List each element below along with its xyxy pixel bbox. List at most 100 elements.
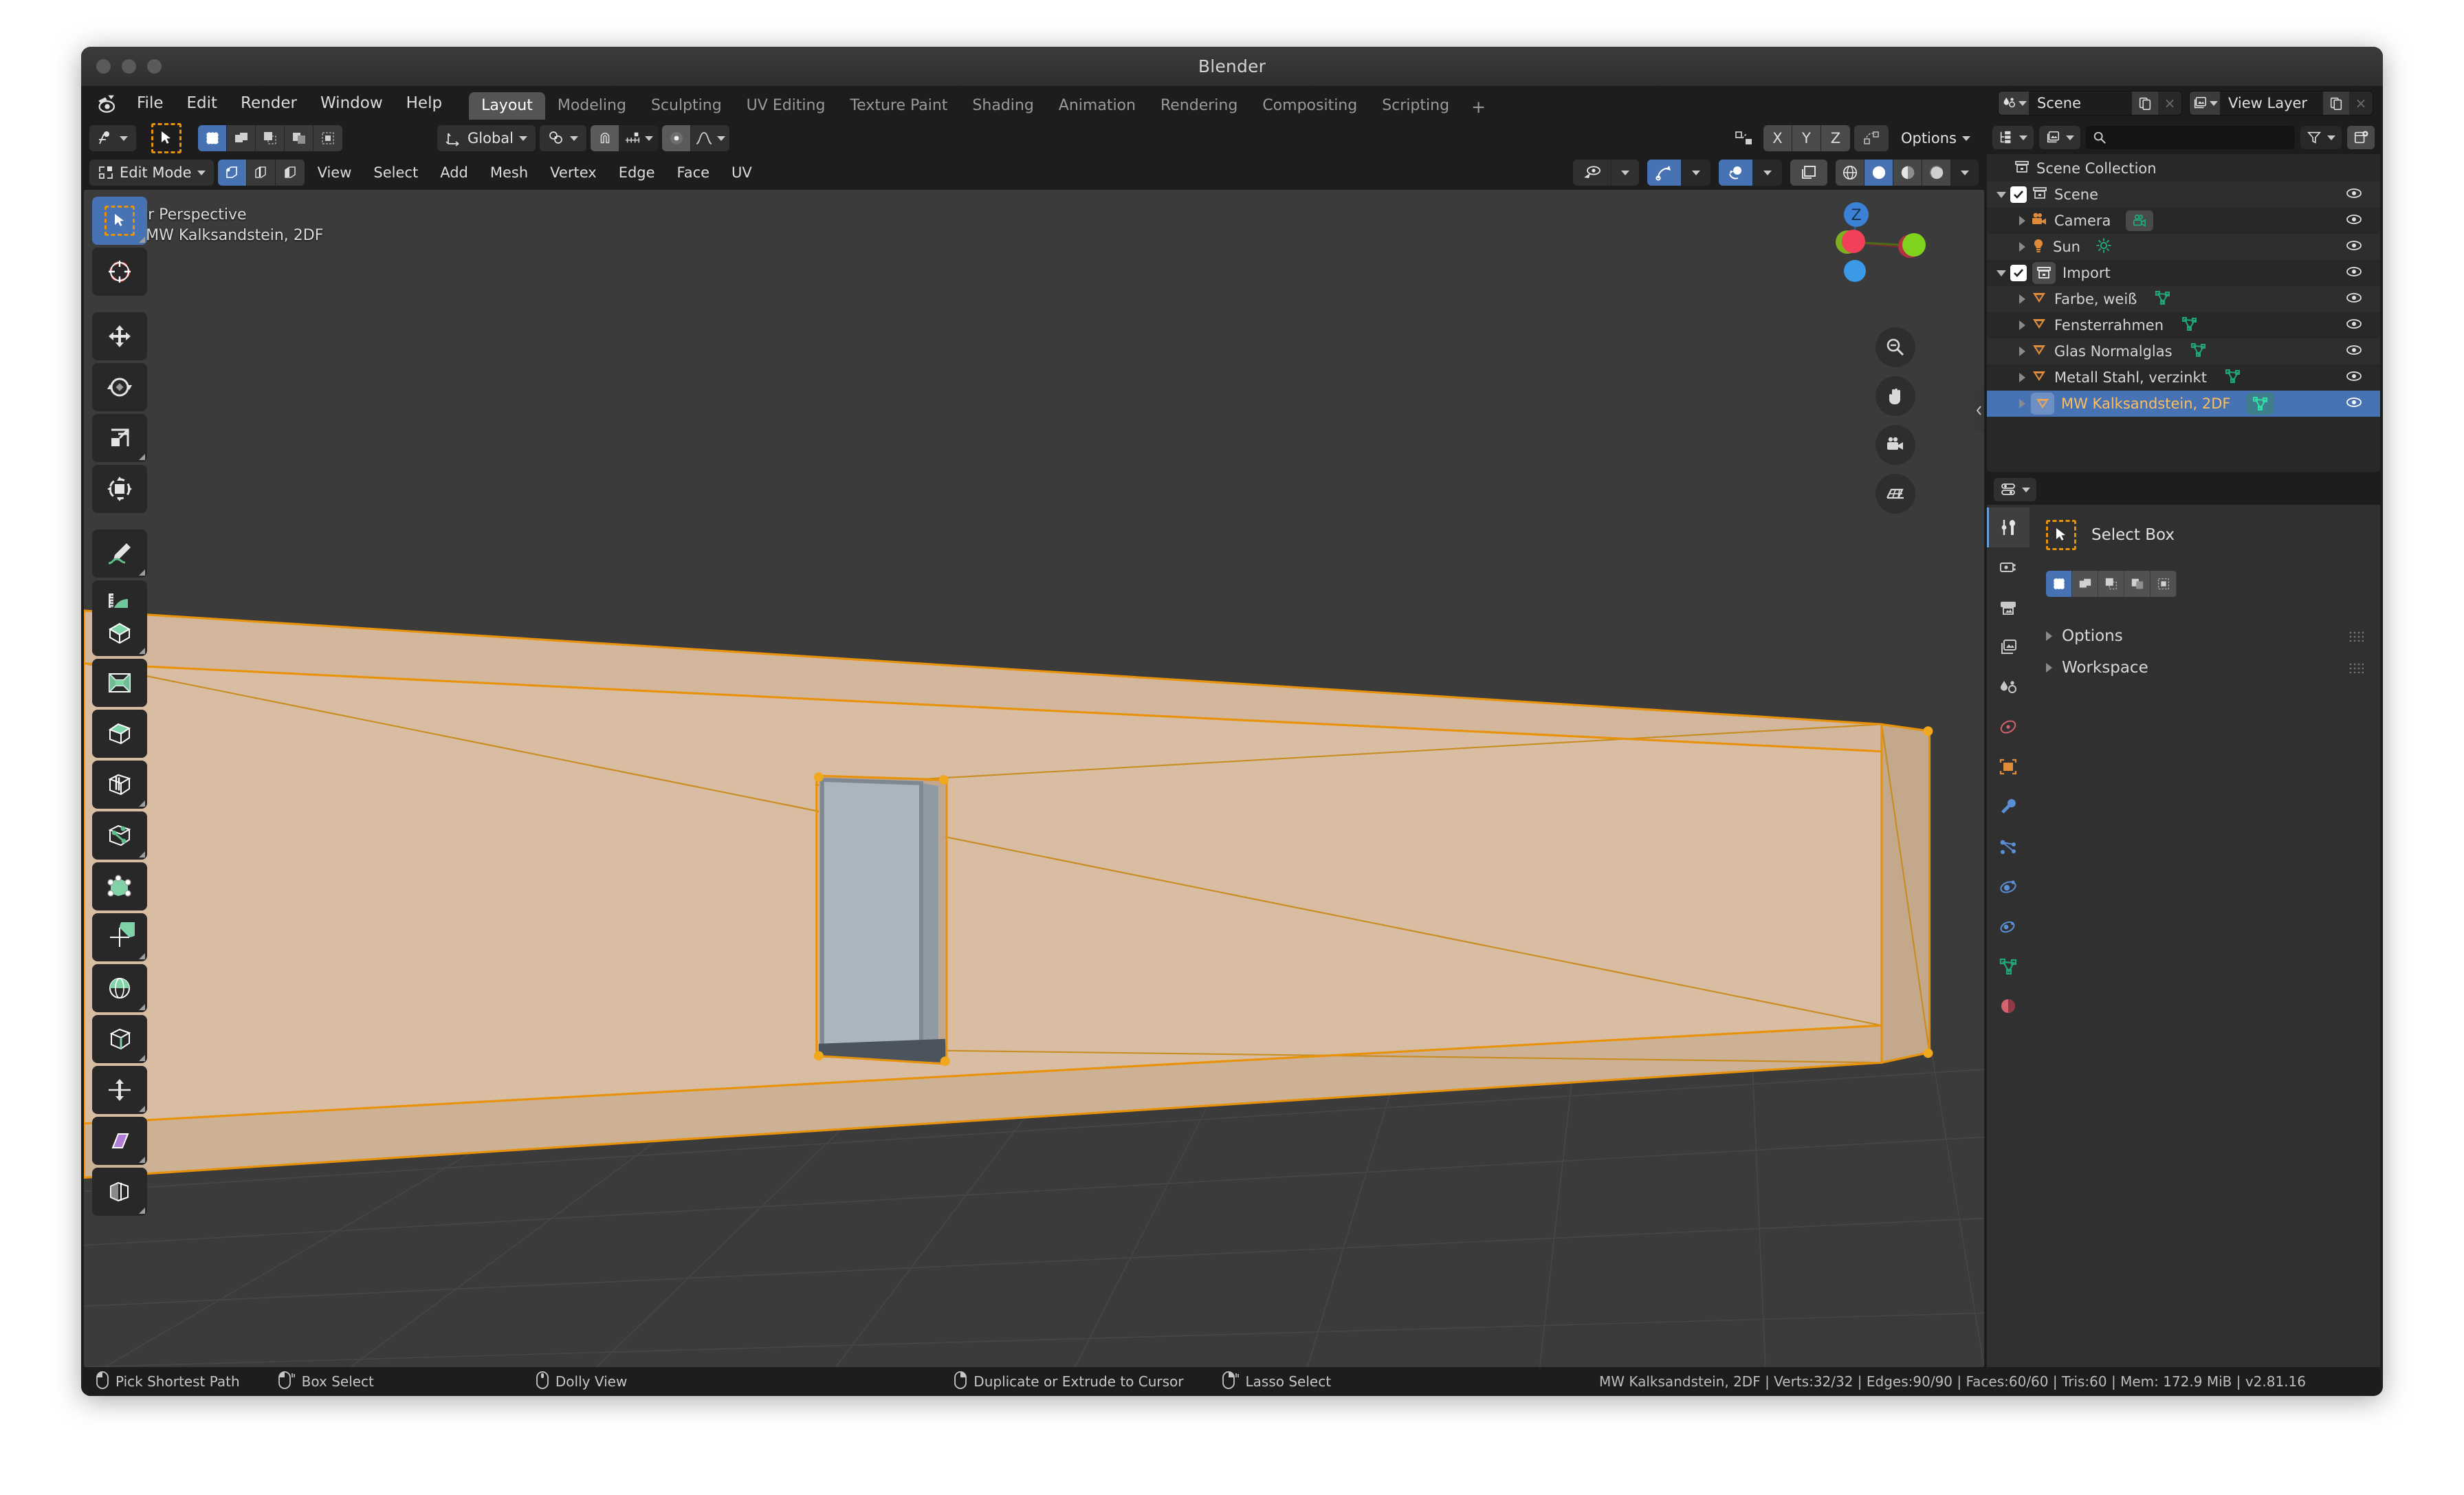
mesh-select-mode[interactable] [217,160,305,186]
mesh-data-icon[interactable] [2225,368,2241,387]
display-mode-icon[interactable] [1992,126,2034,149]
select-set-button[interactable] [2046,571,2072,597]
expander-right-icon[interactable] [2014,292,2030,307]
tool-shrink-fatten[interactable] [92,1066,147,1114]
expander-down-icon[interactable] [1994,265,2009,281]
select-extend-button[interactable] [227,125,256,151]
view-axis-gizmo[interactable]: Z [1810,202,1926,319]
select-box-icon[interactable] [151,123,182,153]
visibility-eye-icon[interactable] [1573,160,1612,186]
menu-add[interactable]: Add [431,160,477,186]
mesh-data-icon[interactable] [2155,290,2171,309]
tab-rendering[interactable]: Rendering [1148,92,1250,120]
snap-magnet-icon[interactable] [591,125,619,151]
viewlayer-icon[interactable] [2190,91,2220,115]
gizmo-dropdown[interactable] [1647,160,1710,186]
mesh-data-icon[interactable] [2190,342,2207,361]
shading-wireframe-button[interactable] [1836,160,1864,186]
properties-tab-modifier[interactable] [1987,787,2030,827]
edge-select-button[interactable] [246,160,276,186]
properties-tab-tool[interactable] [1987,508,2030,547]
unlink-scene-button[interactable]: × [2158,91,2181,115]
scene-selector[interactable]: Scene × [1998,91,2182,116]
menu-help[interactable]: Help [395,90,454,116]
remove-viewlayer-button[interactable]: × [2349,91,2373,115]
outliner-row-mw-kalksandstein-2df[interactable]: MW Kalksandstein, 2DF [1987,391,2380,417]
select-extend-button[interactable] [2072,571,2098,597]
tool-cursor[interactable] [92,248,147,296]
filter-id-type-icon[interactable] [2039,126,2080,149]
tool-scale[interactable] [92,414,147,462]
tab-animation[interactable]: Animation [1046,92,1148,120]
properties-tab-material[interactable] [1987,986,2030,1026]
snap-to-selector[interactable] [619,125,658,151]
hide-in-viewport-icon[interactable] [2346,239,2362,255]
expander-right-icon[interactable] [2014,318,2030,333]
properties-tab-world[interactable] [1987,707,2030,747]
expander-right-icon[interactable] [2014,396,2030,411]
scene-name-field[interactable]: Scene [2029,91,2132,115]
outliner-row-import[interactable]: Import [1987,260,2380,286]
tool-poly-build[interactable] [92,862,147,910]
vertex-select-button[interactable] [217,160,247,186]
expander-right-icon[interactable] [2046,631,2052,641]
properties-tab-output[interactable] [1987,587,2030,627]
tool-transform[interactable] [92,465,147,513]
select-intersect-button[interactable] [314,125,342,151]
menu-window[interactable]: Window [309,90,395,116]
properties-select-mode-segments[interactable] [2046,571,2177,597]
menu-view[interactable]: View [309,160,361,186]
expander-right-icon[interactable] [2014,213,2030,228]
shading-rendered-button[interactable] [1922,160,1951,186]
tool-rip-region[interactable] [92,1168,147,1216]
mesh-data-icon[interactable] [2247,393,2275,415]
tab-compositing[interactable]: Compositing [1250,92,1370,120]
outliner-row-scene-collection[interactable]: Scene Collection [1987,155,2380,182]
overlays-dropdown[interactable] [1719,160,1782,186]
select-invert-button[interactable] [2124,571,2150,597]
expander-down-icon[interactable] [1994,187,2009,202]
outliner-row-metall-stahl-verzinkt[interactable]: Metall Stahl, verzinkt [1987,364,2380,391]
properties-tab-particles[interactable] [1987,827,2030,866]
view3d-viewport[interactable]: User Perspective (1) MW Kalksandstein, 2… [84,190,1984,1367]
panel-options[interactable]: Options [2046,620,2364,652]
hide-in-viewport-icon[interactable] [2346,369,2362,386]
mirror-y-button[interactable]: Y [1792,125,1821,151]
shading-solid-button[interactable] [1864,160,1893,186]
outliner-row-glas-normalglas[interactable]: Glas Normalglas [1987,338,2380,364]
properties-tab-constraints[interactable] [1987,906,2030,946]
visibility-chevron-icon[interactable] [1612,160,1639,186]
gizmo-chevron-icon[interactable] [1682,160,1710,186]
properties-tab-physics[interactable] [1987,866,2030,906]
menu-mesh[interactable]: Mesh [481,160,537,186]
mode-selector[interactable]: Edit Mode [89,160,214,186]
outliner-row-sun[interactable]: Sun [1987,234,2380,260]
blender-logo-icon[interactable] [94,89,121,117]
outliner-row-scene[interactable]: Scene [1987,182,2380,208]
hide-in-viewport-icon[interactable] [2346,395,2362,412]
outliner-search-input[interactable] [2086,126,2295,149]
mesh-data-icon[interactable] [2181,316,2198,335]
outliner-row-farbe-weiss[interactable]: Farbe, weiß [1987,286,2380,312]
properties-tab-view-layer[interactable] [1987,627,2030,667]
options-dropdown[interactable]: Options [1892,125,1979,151]
properties-tab-object[interactable] [1987,747,2030,787]
tool-spin[interactable] [92,913,147,961]
sun-data-icon[interactable] [2096,237,2112,257]
collection-checkbox[interactable] [2010,186,2027,203]
outliner-tree[interactable]: Scene Collection Scene Camera Sun Import… [1987,154,2380,472]
select-intersect-button[interactable] [2150,571,2177,597]
tool-shear[interactable] [92,1117,147,1165]
select-set-button[interactable] [198,125,227,151]
viewlayer-name-field[interactable]: View Layer [2220,91,2323,115]
tool-knife[interactable] [92,811,147,860]
menu-edit[interactable]: Edit [175,90,230,116]
overlays-toggle[interactable] [1719,160,1753,186]
tab-uv-editing[interactable]: UV Editing [734,92,838,120]
tab-layout[interactable]: Layout [469,92,545,120]
viewlayer-selector[interactable]: View Layer × [2189,91,2373,116]
menu-render[interactable]: Render [229,90,309,116]
expander-right-icon[interactable] [2046,663,2052,673]
menu-select[interactable]: Select [364,160,427,186]
view3d-canvas[interactable] [84,190,1984,1367]
